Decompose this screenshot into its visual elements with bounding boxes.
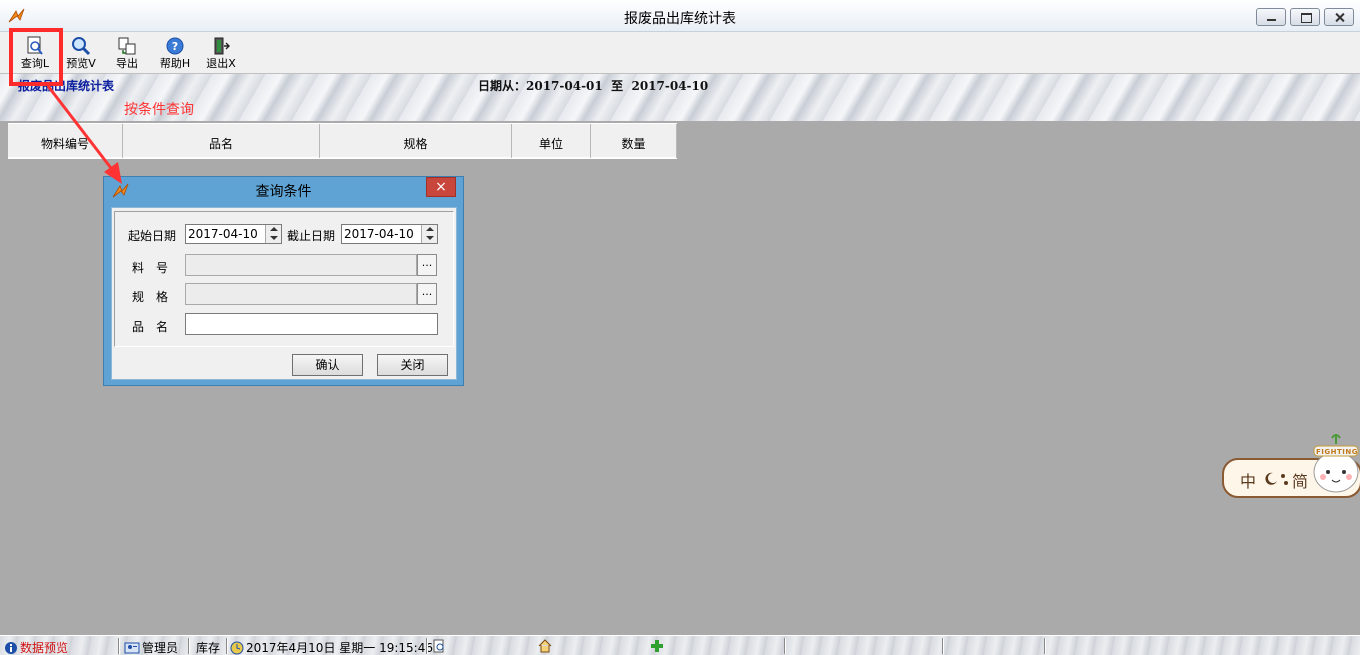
- moon-icon: [1265, 472, 1277, 485]
- status-separator: [226, 638, 228, 654]
- status-add[interactable]: [650, 639, 664, 653]
- start-date-label: 起始日期: [128, 229, 177, 243]
- column-header[interactable]: 品名: [123, 124, 320, 158]
- title-bar: 报废品出库统计表: [0, 0, 1360, 32]
- preview-label: 预览V: [66, 57, 96, 70]
- spec-label: 规 格: [132, 290, 169, 304]
- close-button[interactable]: 关闭: [377, 354, 448, 376]
- column-header[interactable]: 数量: [591, 124, 677, 158]
- mascot-icon: [1313, 434, 1359, 493]
- document-search-icon: [433, 639, 444, 653]
- status-module: 库存: [196, 639, 220, 655]
- query-label: 查询L: [20, 57, 50, 70]
- status-home[interactable]: [538, 639, 552, 653]
- minimize-button[interactable]: [1256, 8, 1286, 26]
- query-icon: [27, 36, 43, 55]
- confirm-button[interactable]: 确认: [292, 354, 363, 376]
- export-icon: [118, 37, 136, 55]
- user-icon: [124, 642, 140, 653]
- spec-browse-button[interactable]: ...: [417, 283, 437, 305]
- status-user-text: 管理员: [142, 641, 179, 655]
- report-title: 报废品出库统计表: [18, 79, 115, 93]
- material-no-label: 料 号: [132, 261, 169, 275]
- punctuation-icon: [1281, 474, 1288, 485]
- dialog-body: 起始日期 截止日期 料 号 ... 规 格 ... 品 名: [111, 207, 457, 380]
- report-banner: 报废品出库统计表 日期从：2017-04-01 至 2017-04-10: [0, 74, 1360, 121]
- window-title: 报废品出库统计表: [624, 11, 736, 27]
- preview-button[interactable]: 预览V: [62, 34, 100, 72]
- plus-icon: [651, 640, 663, 652]
- status-separator: [188, 638, 190, 654]
- start-date-spinner[interactable]: [265, 225, 281, 243]
- status-separator: [942, 638, 944, 654]
- status-separator: [426, 638, 428, 654]
- name-input[interactable]: [186, 314, 437, 334]
- status-doc[interactable]: [432, 639, 446, 653]
- end-date-spinner[interactable]: [421, 225, 437, 243]
- exit-label: 退出X: [206, 57, 236, 70]
- column-header[interactable]: 物料编号: [8, 124, 123, 158]
- dialog-close-button[interactable]: ×: [426, 177, 456, 197]
- query-dialog: 查询条件 × 起始日期 截止日期 料 号 ... 规 格 ... 品: [103, 176, 464, 386]
- close-window-button[interactable]: [1324, 8, 1354, 26]
- material-no-input[interactable]: [186, 255, 416, 275]
- annotation-text: 按条件查询: [124, 102, 194, 118]
- column-header[interactable]: 单位: [512, 124, 591, 158]
- dialog-title: 查询条件: [255, 184, 312, 200]
- home-icon: [538, 639, 552, 653]
- mascot-label: FIGHTING: [1316, 448, 1358, 456]
- help-label: 帮助H: [159, 57, 191, 70]
- ime-lang-toggle[interactable]: 中: [1240, 468, 1256, 492]
- maximize-button[interactable]: [1290, 8, 1320, 26]
- status-user: 管理员: [124, 639, 178, 655]
- end-date-picker[interactable]: [341, 224, 438, 244]
- date-range: 日期从：2017-04-01 至 2017-04-10: [478, 79, 709, 93]
- status-module-text: 库存: [196, 641, 221, 655]
- status-datetime-text: 2017年4月10日 星期一 19:15:46: [246, 641, 433, 655]
- status-preview-text: 数据预览: [20, 641, 69, 655]
- info-icon: [5, 641, 17, 654]
- exit-icon: [214, 37, 230, 55]
- status-separator: [1044, 638, 1046, 654]
- svg-text:?: ?: [172, 40, 178, 53]
- status-separator: [118, 638, 120, 654]
- export-label: 导出: [116, 57, 138, 70]
- preview-icon: [72, 37, 91, 56]
- start-date-picker[interactable]: [185, 224, 282, 244]
- spec-field[interactable]: [185, 283, 417, 305]
- material-no-browse-button[interactable]: ...: [417, 254, 437, 276]
- name-label: 品 名: [132, 320, 169, 334]
- query-button[interactable]: 查询L: [16, 34, 54, 72]
- column-header[interactable]: 规格: [320, 124, 512, 158]
- exit-button[interactable]: 退出X: [202, 34, 240, 72]
- export-button[interactable]: 导出: [108, 34, 146, 72]
- query-fields-group: 起始日期 截止日期 料 号 ... 规 格 ... 品 名: [114, 211, 454, 347]
- help-icon: ?: [166, 37, 184, 55]
- help-button[interactable]: ? 帮助H: [156, 34, 194, 72]
- status-bar: 数据预览 管理员 库存 2017年4月10日 星期一 19:15:46: [0, 635, 1360, 655]
- grid-header: 物料编号 品名 规格 单位 数量: [8, 123, 677, 159]
- ime-mascot: FIGHTING: [1306, 432, 1360, 496]
- status-datetime: 2017年4月10日 星期一 19:15:46: [230, 639, 433, 655]
- name-field[interactable]: [185, 313, 438, 335]
- toolbar: 查询L 预览V 导出 ? 帮助H 退出X: [0, 32, 1360, 74]
- end-date-label: 截止日期: [287, 229, 336, 243]
- status-separator: [784, 638, 786, 654]
- clock-icon: [230, 641, 244, 654]
- status-preview: 数据预览: [4, 639, 68, 655]
- material-no-field[interactable]: [185, 254, 417, 276]
- spec-input[interactable]: [186, 284, 416, 304]
